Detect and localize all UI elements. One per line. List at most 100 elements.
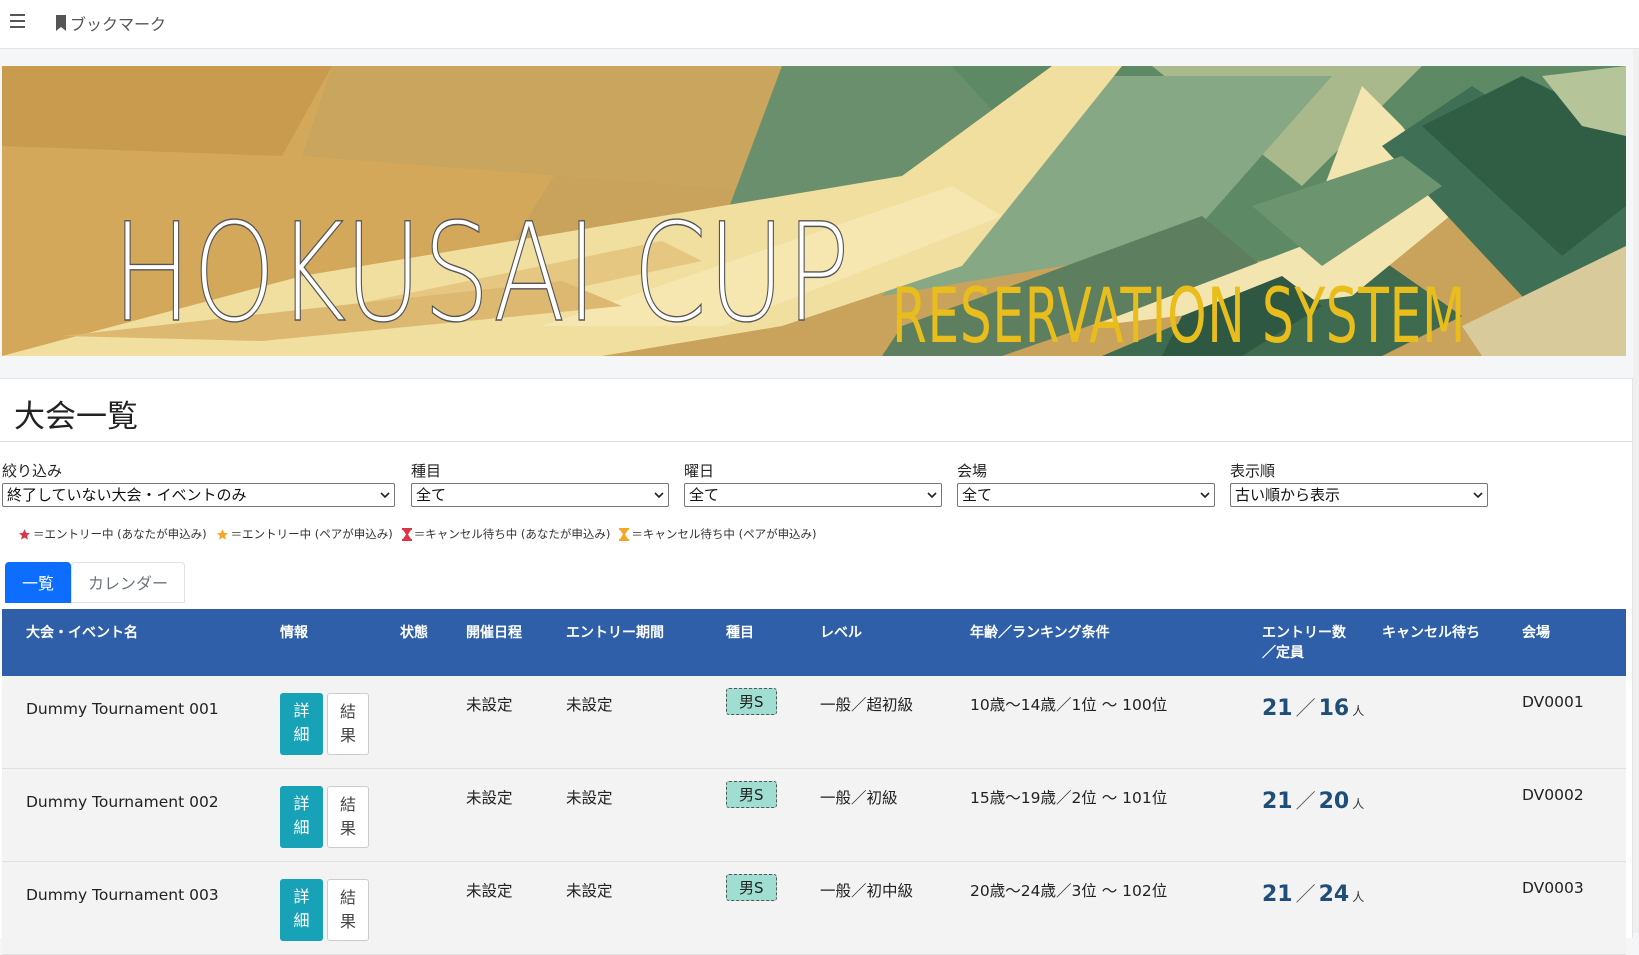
tab-list[interactable]: 一覧 [5, 562, 72, 603]
table-row: Dummy Tournament 002 詳細 結果 未設定 未設定 男S 一般… [2, 769, 1626, 862]
entry-period-value: 未設定 [566, 882, 613, 900]
legend-text: ＝キャンセル待ち中 (あなたが申込み) [413, 527, 611, 541]
filter-weekday-label: 曜日 [684, 462, 715, 480]
banner-title: HOKUSAI CUP [111, 195, 851, 353]
banner-image: HOKUSAI CUP RESERVATION SYSTEM [2, 66, 1626, 356]
schedule-value: 未設定 [466, 696, 513, 714]
page-title: 大会一覧 [14, 399, 138, 435]
event-badge: 男S [726, 781, 777, 808]
result-button[interactable]: 結果 [327, 786, 369, 848]
table-row: Dummy Tournament 001 詳細 結果 未設定 未設定 男S 一般… [2, 676, 1626, 769]
result-label: 果 [339, 912, 356, 931]
chevron-down-icon [654, 492, 664, 499]
bookmark-link[interactable]: ブックマーク [55, 11, 166, 35]
header-entry-period: エントリー期間 [566, 625, 664, 641]
result-label: 結 [339, 795, 356, 814]
header-name: 大会・イベント名 [26, 625, 138, 641]
status-legend: ＝エントリー中 (あなたが申込み) ＝エントリー中 (ペアが申込み) ＝キャンセ… [18, 526, 826, 542]
venue-value: DV0002 [1522, 786, 1584, 804]
detail-button[interactable]: 詳細 [280, 879, 323, 941]
scrollbar[interactable] [1633, 49, 1639, 933]
tab-calendar[interactable]: カレンダー [71, 562, 186, 603]
header-entries-line1: エントリー数 [1262, 625, 1346, 641]
filter-venue-value: 全て [962, 486, 993, 504]
header-conditions: 年齢／ランキング条件 [970, 625, 1110, 641]
filter-narrowing: 絞り込み 終了していない大会・イベントのみ [2, 460, 395, 507]
result-label: 結 [339, 702, 356, 721]
bookmark-icon [56, 15, 66, 31]
entry-period-value: 未設定 [566, 696, 613, 714]
detail-button[interactable]: 詳細 [280, 786, 323, 848]
banner-subtitle: RESERVATION SYSTEM [892, 271, 1466, 356]
table-row: Dummy Tournament 003 詳細 結果 未設定 未設定 男S 一般… [2, 862, 1626, 955]
detail-label: 詳 [293, 887, 310, 906]
result-button[interactable]: 結果 [327, 693, 369, 755]
legend-text: ＝キャンセル待ち中 (ペアが申込み) [631, 527, 817, 541]
filter-venue-select[interactable]: 全て [957, 483, 1215, 507]
entry-count: 21 ／ 24 人 [1262, 878, 1364, 907]
chevron-down-icon [380, 492, 390, 499]
capacity-value: 16 [1318, 696, 1350, 721]
entry-slash: ／ [1295, 696, 1316, 720]
result-button[interactable]: 結果 [327, 879, 369, 941]
star-icon [19, 528, 30, 540]
entries-value: 21 [1262, 696, 1293, 721]
table-header: 大会・イベント名 情報 状態 開催日程 エントリー期間 種目 レベル 年齢／ラン… [2, 609, 1626, 676]
filter-sort-order-label: 表示順 [1230, 462, 1276, 480]
legend-item: ＝エントリー中 (ペアが申込み) [216, 526, 393, 542]
filter-weekday-value: 全て [689, 486, 720, 504]
filter-weekday-select[interactable]: 全て [684, 483, 942, 507]
filter-narrowing-label: 絞り込み [2, 462, 63, 480]
detail-label: 詳 [293, 794, 310, 813]
result-label: 結 [339, 888, 356, 907]
level-value: 一般／超初級 [820, 696, 914, 714]
venue-value: DV0003 [1522, 879, 1584, 897]
filter-weekday: 曜日 全て [684, 460, 942, 507]
legend-text: ＝エントリー中 (ペアが申込み) [230, 527, 393, 541]
filter-event-label: 種目 [411, 462, 442, 480]
legend-item: ＝キャンセル待ち中 (あなたが申込み) [401, 526, 611, 542]
hamburger-menu-icon[interactable] [10, 14, 25, 28]
detail-button[interactable]: 詳細 [280, 693, 323, 755]
star-icon [216, 528, 228, 540]
filter-narrowing-value: 終了していない大会・イベントのみ [7, 486, 247, 504]
detail-label: 細 [293, 911, 310, 930]
unit-label: 人 [1352, 797, 1365, 811]
conditions-value: 20歳〜24歳／3位 〜 102位 [970, 882, 1168, 900]
header-level: レベル [820, 625, 862, 641]
hourglass-icon [619, 527, 630, 541]
result-label: 果 [339, 819, 356, 838]
legend-text: ＝エントリー中 (あなたが申込み) [33, 527, 207, 541]
tournament-name: Dummy Tournament 003 [26, 886, 219, 904]
header-entries: エントリー数 ／定員 [1262, 623, 1346, 663]
header-status: 状態 [400, 625, 428, 641]
header-schedule: 開催日程 [466, 625, 522, 641]
tournament-list-card: 大会一覧 絞り込み 終了していない大会・イベントのみ 種目 全て 曜日 全て 会… [0, 378, 1633, 955]
header-event: 種目 [726, 625, 754, 641]
event-badge: 男S [726, 874, 777, 901]
legend-item: ＝エントリー中 (あなたが申込み) [18, 526, 207, 542]
legend-item: ＝キャンセル待ち中 (ペアが申込み) [619, 526, 817, 542]
filter-narrowing-select[interactable]: 終了していない大会・イベントのみ [2, 483, 395, 507]
view-tabs: 一覧 カレンダー [5, 562, 186, 603]
level-value: 一般／初級 [820, 789, 898, 807]
header-waitlist: キャンセル待ち [1382, 625, 1480, 641]
entry-slash: ／ [1295, 882, 1316, 906]
filter-sort-order: 表示順 古い順から表示 [1230, 460, 1488, 507]
filter-event-value: 全て [416, 486, 447, 504]
capacity-value: 20 [1318, 789, 1350, 814]
filter-event-select[interactable]: 全て [411, 483, 669, 507]
header-info: 情報 [280, 625, 308, 641]
filter-sort-order-select[interactable]: 古い順から表示 [1230, 483, 1488, 507]
conditions-value: 10歳〜14歳／1位 〜 100位 [970, 696, 1168, 714]
entries-value: 21 [1262, 789, 1293, 814]
unit-label: 人 [1352, 704, 1365, 718]
detail-label: 細 [293, 725, 310, 744]
header-venue: 会場 [1522, 625, 1550, 641]
entry-slash: ／ [1295, 789, 1316, 813]
entries-value: 21 [1262, 882, 1293, 907]
schedule-value: 未設定 [466, 789, 513, 807]
capacity-value: 24 [1318, 882, 1350, 907]
chevron-down-icon [1473, 492, 1483, 499]
unit-label: 人 [1352, 890, 1365, 904]
